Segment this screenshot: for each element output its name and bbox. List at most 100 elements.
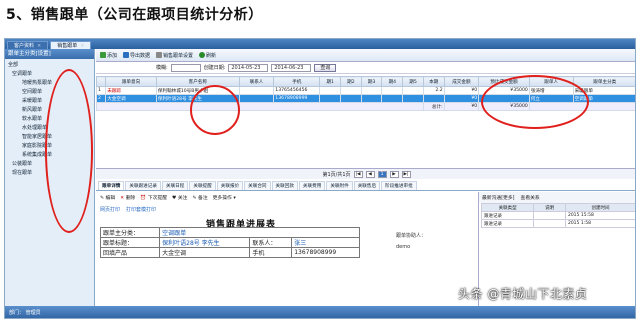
page-info: 第1页/共1页 <box>322 171 351 178</box>
grid-cell: ¥0 <box>443 94 480 103</box>
sidebar-title[interactable]: 跟单主分类[设置] <box>5 49 94 59</box>
more-ops-dropdown[interactable]: 更多操作 ▾ <box>213 194 236 201</box>
current-page[interactable]: 1 <box>377 170 387 178</box>
grid-header[interactable]: 期2 <box>340 76 362 87</box>
table-row[interactable]: 跟进记录 2015 1:58 <box>480 219 635 228</box>
detail-tab[interactable]: 关联报价 <box>216 181 244 190</box>
prev-page-button[interactable]: ◀ <box>365 170 375 178</box>
grid-cell <box>319 94 342 103</box>
date-label: 创建日期: <box>203 65 226 71</box>
report-cell[interactable]: 张三 <box>291 237 360 248</box>
export-label: 导出数据 <box>130 52 151 59</box>
detail-tab[interactable]: 关联附件 <box>326 181 353 190</box>
tab-customer[interactable]: 客户资料 × <box>7 41 49 49</box>
grid-header[interactable]: 期5 <box>402 76 424 87</box>
app-window: 客户资料 × 销售跟单 × 跟单主分类[设置] 全部 空调跟单 地暖热泵跟单 空间跟… <box>4 38 636 319</box>
report-cell: 手机 <box>249 247 293 258</box>
remark-label: 备注 <box>198 196 208 201</box>
edit-label: 编辑 <box>105 196 116 201</box>
grid-header[interactable]: 成交金额 <box>443 76 480 87</box>
detail-tab[interactable]: 关联日程 <box>161 181 189 190</box>
report-cell: 联系人： <box>249 237 293 248</box>
last-page-button[interactable]: ▶| <box>401 170 411 178</box>
grid-cell <box>238 94 275 103</box>
tab-sales-followup[interactable]: 销售跟单 × <box>50 41 92 49</box>
detail-tab[interactable]: 阶段推进审批 <box>381 181 417 190</box>
query-button[interactable]: 查询 <box>314 63 337 72</box>
grid-header[interactable]: 跟单意向 <box>105 76 157 87</box>
next-page-button[interactable]: ▶ <box>389 170 399 178</box>
tree-node-all[interactable]: 全部 <box>8 61 94 70</box>
report-row: 回填产品 大金空调 手机 13678908999 <box>99 247 360 258</box>
row-index: 2 <box>95 94 107 103</box>
template-print-link[interactable]: 打印套模打印 <box>126 206 156 213</box>
grid-cell <box>360 86 383 95</box>
refresh-label: 刷新 <box>206 52 217 59</box>
edit-button[interactable]: ✎ 编辑 <box>100 194 115 201</box>
grid-header[interactable]: 期1 <box>319 76 342 87</box>
grid-cell: 13765456456 <box>273 86 321 95</box>
summary-label: 总计: <box>422 102 445 111</box>
grid-cell <box>319 86 342 95</box>
report-cell: 回填产品 <box>99 247 161 258</box>
view-relations-link[interactable]: 查看关系 <box>521 194 540 201</box>
detail-tab[interactable]: 跟单详情 <box>98 181 125 190</box>
grid-header[interactable]: 手机 <box>273 76 321 87</box>
grid-header[interactable]: 本期 <box>422 76 445 87</box>
recent-comm-table: 关联类型 说明 创建时间 跟进记录 2015 15:58 跟进记录 2015 1… <box>480 203 635 228</box>
grid-cell: 2.2 <box>422 86 445 95</box>
detail-tabs: 跟单详情 关联跟进记录 关联日程 关联提醒 关联报价 关联合同 关联回款 关联费… <box>96 180 635 191</box>
report-cell: 跟单主分类： <box>99 227 161 238</box>
grid-cell <box>402 86 424 95</box>
remark-button[interactable]: ✎ 备注 <box>192 194 207 201</box>
next-remind-button[interactable]: ⏰ 下次提醒 <box>140 194 167 201</box>
keyword-input[interactable] <box>170 63 201 72</box>
detail-tab[interactable]: 关联费用 <box>298 181 326 190</box>
grid-cell: 跟进记录 <box>480 211 535 220</box>
add-button[interactable]: 添加 <box>100 52 117 59</box>
detail-tab[interactable]: 关联跟进记录 <box>125 181 161 190</box>
assist-value[interactable]: demo <box>396 244 410 250</box>
print-link[interactable]: 网页打印 <box>100 206 120 213</box>
settings-button[interactable]: 销售跟单设置 <box>156 52 193 59</box>
grid-header[interactable]: 联系人 <box>238 76 275 87</box>
highlight-circle <box>190 85 240 135</box>
report-cell[interactable]: 保利叶语28号 李先生 <box>159 237 251 248</box>
grid-header[interactable]: 跟单主分类 <box>572 76 635 87</box>
grid-header[interactable]: 客户名称 <box>155 76 240 87</box>
first-page-button[interactable]: |◀ <box>353 170 363 178</box>
table-row[interactable]: 跟进记录 2015 15:58 <box>480 211 635 220</box>
grid-cell <box>422 94 445 103</box>
detail-tab[interactable]: 关联回款 <box>271 181 298 190</box>
detail-tab[interactable]: 关联售后 <box>353 181 381 190</box>
page-heading: 5、销售跟单（公司在跟项目统计分析） <box>6 7 263 23</box>
report-cell: 空调跟单 <box>159 227 360 238</box>
recent-comm-header-row: 关联类型 说明 创建时间 <box>480 203 635 212</box>
detail-tab[interactable]: 关联提醒 <box>189 181 216 190</box>
export-button[interactable]: 导出数据 <box>123 52 150 59</box>
summary-spacer <box>96 102 424 111</box>
recent-comm-title[interactable]: 最新沟通[更多] <box>482 194 515 201</box>
highlight-circle <box>45 69 93 233</box>
follow-button[interactable]: ♥ 关注 <box>172 194 187 201</box>
grid-cell: ¥0 <box>443 86 480 95</box>
grid-cell: 未跟踪 <box>105 86 157 95</box>
refresh-button[interactable]: 刷新 <box>199 52 216 59</box>
date-from-input[interactable]: 2014-05-23 <box>228 63 269 72</box>
add-label: 添加 <box>107 52 118 59</box>
tree-node[interactable]: 空调跟单 <box>8 70 94 79</box>
gear-icon <box>156 52 163 58</box>
follow-label: 关注 <box>177 196 188 201</box>
report-table: 跟单主分类： 空调跟单 跟单标题： 保利叶语28号 李先生 联系人： 张三 回填… <box>99 227 360 258</box>
detail-toolbar: ✎ 编辑 ✕ 删除 ⏰ 下次提醒 ♥ 关注 ✎ 备注 更多操作 ▾ <box>96 192 476 203</box>
summary-deal: ¥0 <box>443 102 480 111</box>
grid-header: 说明 <box>533 203 566 212</box>
grid-cell <box>360 94 383 103</box>
grid-cell <box>340 94 362 103</box>
delete-button[interactable]: ✕ 删除 <box>120 194 135 201</box>
grid-header[interactable]: 期4 <box>381 76 404 87</box>
date-to-input[interactable]: 2014-06-23 <box>271 63 312 72</box>
detail-tab[interactable]: 关联合同 <box>244 181 271 190</box>
next-remind-label: 下次提醒 <box>147 196 168 201</box>
grid-header[interactable]: 期3 <box>360 76 383 87</box>
